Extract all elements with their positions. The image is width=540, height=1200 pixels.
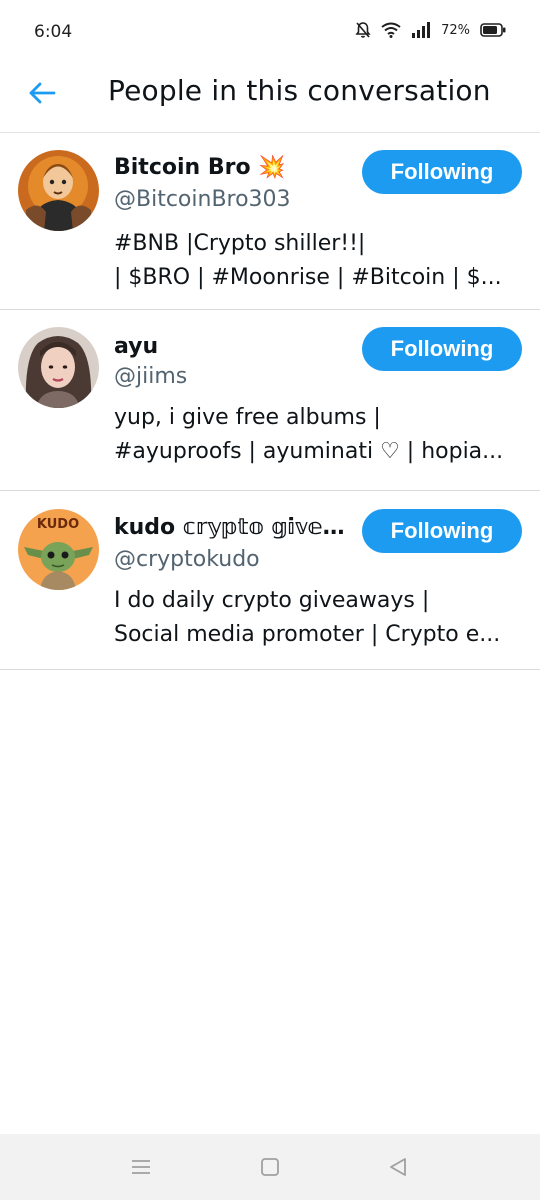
bio-line: #BNB |Crypto shiller!!| xyxy=(114,231,366,256)
display-name: ayu xyxy=(114,334,159,359)
user-bio: I do daily crypto giveaways | Social med… xyxy=(114,584,522,652)
avatar-image xyxy=(18,327,99,408)
arrow-left-icon xyxy=(29,82,56,104)
user-row-ayu[interactable]: ayu @jiims yup, i give free albums | #ay… xyxy=(0,310,540,491)
avatar-text: KUDO xyxy=(37,517,79,532)
user-row-bitcoinbro[interactable]: Bitcoin Bro 💥 @BitcoinBro303 #BNB |Crypt… xyxy=(0,133,540,310)
following-button[interactable]: Following xyxy=(362,509,522,553)
battery-percent: 72% xyxy=(441,22,470,38)
recents-button[interactable] xyxy=(130,1156,152,1178)
system-nav-bar xyxy=(0,1134,540,1200)
user-handle: @jiims xyxy=(114,364,188,389)
avatar[interactable] xyxy=(18,150,99,231)
user-bio: #BNB |Crypto shiller!!| | $BRO | #Moonri… xyxy=(114,227,522,295)
display-name: kudo 𝕔𝕣𝕪𝕡𝕥𝕠 𝕘𝕚𝕧𝕖𝕒... xyxy=(114,515,354,540)
back-nav-button[interactable] xyxy=(387,1156,409,1178)
display-name: Bitcoin Bro 💥 xyxy=(114,155,286,180)
user-handle: @cryptokudo xyxy=(114,547,260,572)
battery-icon xyxy=(480,23,506,37)
following-button[interactable]: Following xyxy=(362,327,522,371)
bio-line: | $BRO | #Moonrise | #Bitcoin | $... xyxy=(114,265,502,290)
wifi-icon xyxy=(381,22,401,38)
following-button[interactable]: Following xyxy=(362,150,522,194)
back-button[interactable] xyxy=(24,75,60,111)
avatar[interactable] xyxy=(18,327,99,408)
bio-line: I do daily crypto giveaways | xyxy=(114,588,430,613)
bio-line: #ayuproofs | ayuminati ♡ | hopia... xyxy=(114,439,504,464)
signal-icon xyxy=(412,22,431,38)
back-triangle-icon xyxy=(390,1158,406,1176)
home-button[interactable] xyxy=(259,1156,281,1178)
status-icons: 72% xyxy=(355,21,506,39)
home-square-icon xyxy=(261,1158,279,1176)
status-bar: 6:04 72% xyxy=(0,0,540,62)
bio-line: Social media promoter | Crypto e... xyxy=(114,622,501,647)
status-time: 6:04 xyxy=(34,22,73,42)
app-header: People in this conversation xyxy=(0,62,540,133)
avatar-image: KUDO xyxy=(18,509,99,590)
avatar-image xyxy=(18,150,99,231)
user-handle: @BitcoinBro303 xyxy=(114,187,291,212)
user-bio: yup, i give free albums | #ayuproofs | a… xyxy=(114,401,522,469)
avatar[interactable]: KUDO xyxy=(18,509,99,590)
bio-line: yup, i give free albums | xyxy=(114,405,381,430)
menu-icon xyxy=(132,1160,150,1174)
page-title: People in this conversation xyxy=(108,74,491,107)
mute-bell-icon xyxy=(355,22,371,38)
user-row-kudo[interactable]: KUDO kudo 𝕔𝕣𝕪𝕡𝕥𝕠 𝕘𝕚𝕧𝕖𝕒... @cryptokudo I … xyxy=(0,491,540,670)
